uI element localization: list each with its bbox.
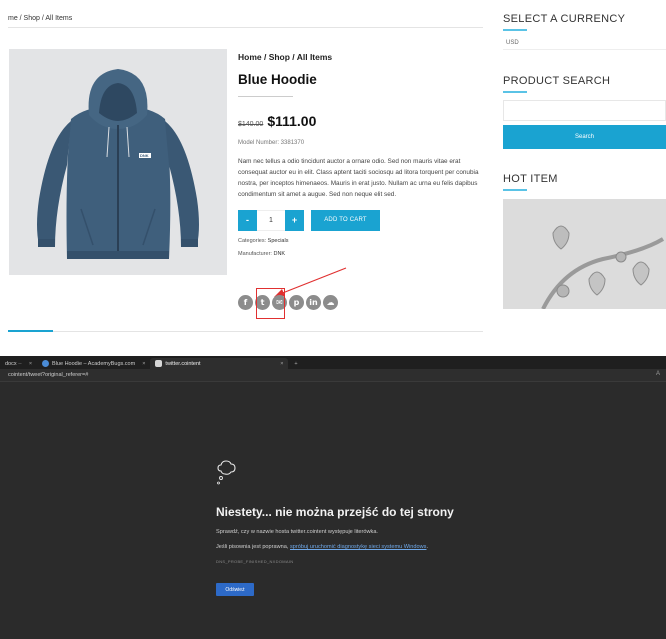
product-details: Home / Shop / All Items Blue Hoodie $140… xyxy=(238,52,484,257)
search-input[interactable] xyxy=(503,100,666,121)
currency-select[interactable]: USD xyxy=(503,37,666,50)
annotation-highlight-box xyxy=(256,288,285,319)
hot-item-heading: HOT ITEM xyxy=(503,173,558,185)
close-icon[interactable]: × xyxy=(29,361,32,367)
page-icon xyxy=(155,360,163,367)
linkedin-icon[interactable]: in xyxy=(306,295,321,310)
manufacturer: Manufacturer: DNK xyxy=(238,251,484,257)
qty-plus-button[interactable]: + xyxy=(285,209,304,231)
accent-bar xyxy=(8,330,53,332)
categories: Categories: Specials xyxy=(238,238,484,244)
qty-input[interactable]: 1 xyxy=(257,209,285,231)
share-icon[interactable]: ☁ xyxy=(323,295,338,310)
error-panel: Niestety... nie można przejść do tej str… xyxy=(216,460,546,596)
accent-bar xyxy=(503,91,527,93)
sidebar: SELECT A CURRENCY USD PRODUCT SEARCH Sea… xyxy=(503,0,666,309)
error-hint-prefix: Jeśli pisownia jest poprawna, xyxy=(216,544,290,550)
browser-window: docx ·· × Blue Hoodie – AcademyBugs.com … xyxy=(0,356,666,639)
tab-docx[interactable]: docx ·· × xyxy=(0,358,37,369)
close-icon[interactable]: × xyxy=(142,361,145,367)
cart-row: - 1 + ADD TO CART xyxy=(238,209,484,231)
add-to-cart-button[interactable]: ADD TO CART xyxy=(311,209,380,231)
product-title: Blue Hoodie xyxy=(238,72,317,87)
categories-label: Categories: xyxy=(238,238,267,244)
tab-blue-hoodie[interactable]: Blue Hoodie – AcademyBugs.com × xyxy=(37,358,150,369)
shop-page: me / Shop / All Items DNK Home / Shop / … xyxy=(0,0,666,337)
pinterest-icon[interactable]: p xyxy=(289,295,304,310)
tab-label: Blue Hoodie – AcademyBugs.com xyxy=(52,360,136,367)
site-icon xyxy=(42,360,50,367)
refresh-button[interactable]: Odśwież xyxy=(216,583,254,596)
categories-link[interactable]: Specials xyxy=(268,238,289,244)
currency-heading: SELECT A CURRENCY xyxy=(503,13,626,25)
facebook-icon[interactable]: f xyxy=(238,295,253,310)
manufacturer-label: Manufacturer: xyxy=(238,251,272,257)
accent-bar xyxy=(503,29,527,31)
breadcrumb-top[interactable]: me / Shop / All Items xyxy=(8,15,72,22)
tab-bar: docx ·· × Blue Hoodie – AcademyBugs.com … xyxy=(0,356,666,369)
error-title: Niestety... nie można przejść do tej str… xyxy=(216,505,454,519)
address-bar[interactable]: cointent/tweet?original_referer=# A xyxy=(0,369,666,382)
hoodie-image: DNK xyxy=(9,49,227,275)
title-divider xyxy=(238,96,293,97)
social-share-bar: f t ✉ p in ☁ xyxy=(238,295,338,310)
product-description: Nam nec tellus a odio tincidunt auctor a… xyxy=(238,158,479,198)
breadcrumb[interactable]: Home / Shop / All Items xyxy=(238,52,484,62)
new-tab-button[interactable]: + xyxy=(288,358,303,369)
divider xyxy=(8,27,483,28)
close-icon[interactable]: × xyxy=(280,361,283,367)
divider xyxy=(8,331,483,332)
hot-item-image[interactable] xyxy=(503,199,666,309)
hoodie-logo: DNK xyxy=(140,153,149,158)
read-aloud-icon[interactable]: A xyxy=(656,371,660,377)
product-image[interactable]: DNK xyxy=(9,49,227,275)
model-number: Model Number: 3381370 xyxy=(238,140,305,146)
error-hint-diagnostics: Jeśli pisownia jest poprawna, spróbuj ur… xyxy=(216,544,546,550)
tab-label: twitter.cointent xyxy=(165,360,201,367)
manufacturer-link[interactable]: DNK xyxy=(273,251,285,257)
accent-bar xyxy=(503,189,527,191)
search-heading: PRODUCT SEARCH xyxy=(503,75,611,87)
error-hint-typo: Sprawdź, czy w nazwie hosta twitter.coin… xyxy=(216,529,378,535)
address-text[interactable]: cointent/tweet?original_referer=# xyxy=(8,372,88,378)
current-price: $111.00 xyxy=(267,113,317,129)
thought-cloud-icon xyxy=(217,460,236,485)
search-button[interactable]: Search xyxy=(503,125,666,149)
error-code: DNS_PROBE_FINISHED_NXDOMAIN xyxy=(216,559,294,564)
qty-minus-button[interactable]: - xyxy=(238,209,257,231)
tab-twitter-cointent[interactable]: twitter.cointent × xyxy=(150,358,289,369)
diagnostics-link[interactable]: spróbuj uruchomić diagnostykę sieci syst… xyxy=(290,544,426,550)
tab-label: docx ·· xyxy=(5,360,22,367)
old-price: $140.00 xyxy=(238,121,264,128)
price-row: $140.00 $111.00 xyxy=(238,113,484,129)
bracelet-image xyxy=(503,199,666,309)
error-hint-suffix: . xyxy=(426,544,429,550)
